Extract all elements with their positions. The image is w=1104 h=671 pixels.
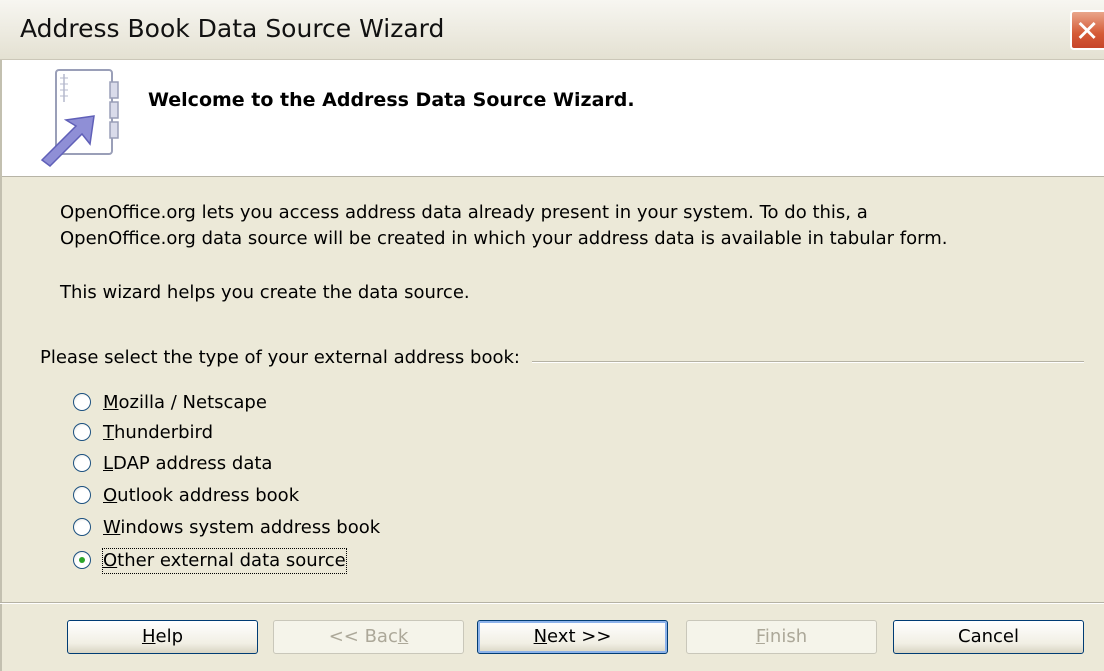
window-title: Address Book Data Source Wizard [20, 14, 445, 43]
address-type-group-label: Please select the type of your external … [40, 347, 532, 368]
finish-button[interactable]: Finish [686, 620, 877, 654]
address-book-wizard-icon [40, 69, 119, 167]
radio-label[interactable]: LDAP address data [103, 452, 272, 476]
button-area-separator [0, 602, 1104, 604]
radio-button[interactable] [73, 518, 91, 536]
next-button[interactable]: Next >> [477, 620, 668, 654]
welcome-heading: Welcome to the Address Data Source Wizar… [148, 89, 635, 111]
radio-button[interactable] [73, 454, 91, 472]
intro-text-line-3: This wizard helps you create the data so… [60, 282, 470, 303]
intro-text-line-1: OpenOffice.org lets you access address d… [60, 202, 868, 223]
back-button[interactable]: << Back [273, 620, 464, 654]
close-button[interactable]: ✕ [1070, 10, 1104, 50]
wizard-header: Welcome to the Address Data Source Wizar… [0, 60, 1104, 177]
intro-text-line-2: OpenOffice.org data source will be creat… [60, 228, 948, 249]
radio-button[interactable] [73, 423, 91, 441]
radio-label[interactable]: Thunderbird [103, 421, 213, 445]
close-icon: ✕ [1075, 14, 1100, 48]
radio-label[interactable]: Other external data source [102, 548, 347, 574]
radio-button[interactable] [73, 393, 91, 411]
radio-label[interactable]: Windows system address book [103, 516, 380, 540]
radio-label[interactable]: Mozilla / Netscape [103, 391, 267, 415]
window-left-border [0, 60, 2, 671]
radio-button-selected[interactable] [73, 551, 91, 569]
cancel-button[interactable]: Cancel [893, 620, 1084, 654]
wizard-dialog: Address Book Data Source Wizard ✕ Welcom… [0, 0, 1104, 671]
radio-button[interactable] [73, 486, 91, 504]
radio-label[interactable]: Outlook address book [103, 484, 299, 508]
title-bar[interactable]: Address Book Data Source Wizard ✕ [0, 0, 1104, 60]
help-button[interactable]: Help [67, 620, 258, 654]
